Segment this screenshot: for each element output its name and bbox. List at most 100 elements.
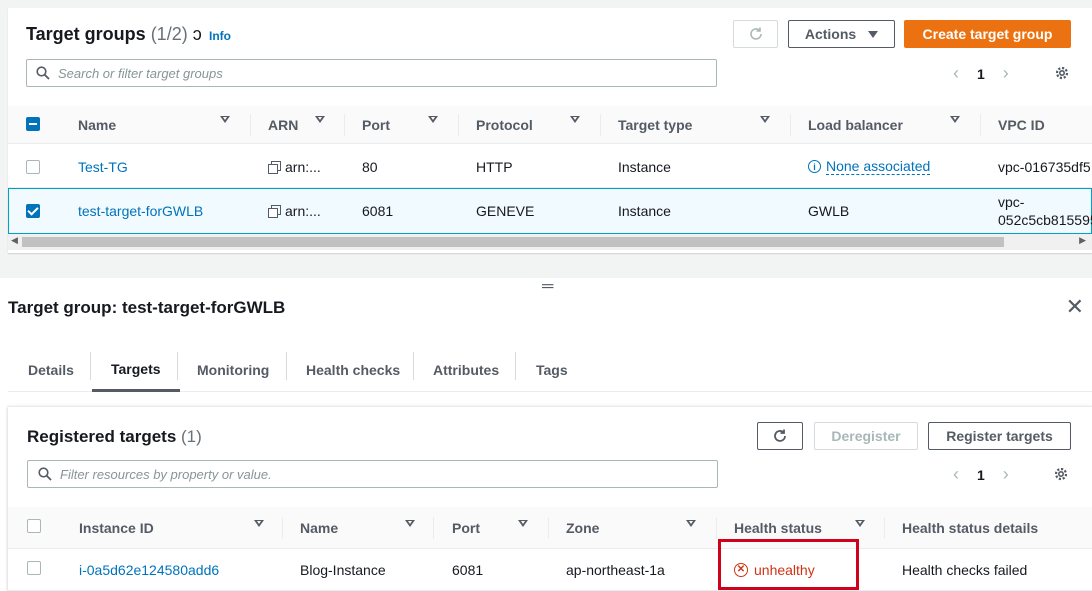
chevron-right-icon[interactable]: ›: [1003, 464, 1009, 485]
scroll-right-arrow-icon[interactable]: ▶: [1079, 235, 1086, 246]
search-placeholder: Search or filter target groups: [58, 65, 223, 81]
col-load-balancer[interactable]: Load balancer: [808, 106, 903, 144]
zone-cell: ap-northeast-1a: [566, 561, 665, 578]
scrollbar-thumb[interactable]: [22, 237, 1004, 247]
search-icon: [36, 66, 50, 80]
sort-port-icon[interactable]: [518, 520, 528, 527]
instance-id-link[interactable]: i-0a5d62e124580add6: [79, 549, 219, 590]
port-cell: 80: [362, 158, 378, 175]
horizontal-scrollbar[interactable]: ◀ ▶: [8, 234, 1092, 250]
chevron-left-icon[interactable]: ‹: [953, 63, 959, 84]
sort-port-icon[interactable]: [428, 116, 438, 123]
target-groups-search-input[interactable]: Search or filter target groups: [26, 59, 717, 87]
arn-cell: arn:...: [268, 189, 321, 233]
loading-icon: ɔ: [192, 24, 202, 44]
copy-icon[interactable]: [268, 205, 281, 218]
table-row[interactable]: Test-TG arn:... 80 HTTP Instance i None …: [8, 146, 1092, 188]
port-cell: 6081: [452, 561, 484, 578]
chevron-right-icon[interactable]: ›: [1003, 63, 1009, 84]
register-targets-button[interactable]: Register targets: [928, 422, 1071, 450]
registered-targets-count: (1): [181, 427, 202, 446]
sort-name-icon[interactable]: [405, 520, 415, 527]
sort-instance-id-icon[interactable]: [254, 520, 264, 527]
info-link[interactable]: Info: [209, 29, 231, 43]
col-health-status-details[interactable]: Health status details: [902, 507, 1038, 549]
actions-label: Actions: [804, 26, 857, 42]
table-row-selected[interactable]: test-target-forGWLB arn:... 6081 GENEVE …: [8, 188, 1092, 234]
pagination: ‹ 1 ›: [953, 63, 1009, 84]
vpc-id-cell: vpc- 052c5cb815595: [998, 189, 1092, 233]
tab-targets[interactable]: Targets: [92, 348, 180, 392]
tab-health-checks[interactable]: Health checks: [306, 348, 400, 392]
page-number[interactable]: 1: [977, 467, 985, 483]
split-panel-drag-handle[interactable]: ═: [542, 278, 553, 296]
sort-load-balancer-icon[interactable]: [950, 116, 960, 123]
detail-title: Target group: test-target-forGWLB: [8, 298, 286, 317]
refresh-targets-button[interactable]: [757, 422, 803, 450]
filter-resources-input[interactable]: Filter resources by property or value.: [27, 460, 718, 488]
table-row[interactable]: i-0a5d62e124580add6 Blog-Instance 6081 a…: [8, 549, 1092, 591]
arn-cell: arn:...: [268, 146, 321, 187]
target-groups-title-text: Target groups: [26, 24, 146, 44]
chevron-left-icon[interactable]: ‹: [953, 464, 959, 485]
highlight-annotation-box: [718, 539, 859, 590]
col-vpc-id[interactable]: VPC ID: [998, 106, 1045, 144]
actions-button[interactable]: Actions: [788, 20, 895, 48]
health-status-details-cell: Health checks failed: [902, 561, 1028, 578]
select-all-checkbox[interactable]: [27, 519, 41, 533]
tab-attributes[interactable]: Attributes: [433, 348, 499, 392]
settings-gear-icon[interactable]: [1054, 65, 1070, 81]
settings-gear-icon[interactable]: [1053, 466, 1069, 482]
col-port[interactable]: Port: [452, 507, 480, 549]
port-cell: 6081: [362, 203, 394, 219]
row-checkbox[interactable]: [26, 160, 40, 174]
sort-name-icon[interactable]: [220, 116, 230, 123]
sort-target-type-icon[interactable]: [760, 116, 770, 123]
registered-targets-title: Registered targets (1): [27, 427, 202, 447]
instance-name-cell: Blog-Instance: [300, 561, 386, 578]
filter-placeholder: Filter resources by property or value.: [60, 466, 272, 482]
sort-health-status-icon[interactable]: [855, 520, 865, 527]
refresh-icon: [749, 27, 762, 40]
tab-details[interactable]: Details: [28, 348, 74, 392]
row-checkbox[interactable]: [27, 561, 41, 575]
create-target-group-button[interactable]: Create target group: [904, 20, 1071, 48]
registered-targets-title-text: Registered targets: [27, 427, 177, 446]
col-name[interactable]: Name: [78, 106, 116, 144]
info-circle-icon: i: [808, 160, 821, 173]
target-type-cell: Instance: [618, 158, 671, 175]
target-groups-count: (1/2): [150, 24, 188, 44]
col-instance-id[interactable]: Instance ID: [79, 507, 154, 549]
deregister-button[interactable]: Deregister: [814, 422, 918, 450]
refresh-button[interactable]: [733, 20, 778, 48]
col-port[interactable]: Port: [362, 106, 390, 144]
target-group-name-link[interactable]: test-target-forGWLB: [78, 189, 203, 233]
load-balancer-cell[interactable]: i None associated: [808, 146, 931, 187]
select-all-checkbox[interactable]: [26, 117, 40, 131]
sort-protocol-icon[interactable]: [570, 116, 580, 123]
arn-text: arn:...: [285, 158, 321, 175]
caret-down-icon: [868, 30, 879, 38]
vpc-id-line1: vpc-: [998, 194, 1025, 210]
row-checkbox-checked[interactable]: [26, 204, 40, 218]
close-icon[interactable]: ✕: [1066, 296, 1084, 318]
col-target-type[interactable]: Target type: [618, 106, 692, 144]
target-type-cell: Instance: [618, 203, 671, 219]
none-associated-popover[interactable]: None associated: [826, 158, 931, 175]
copy-icon[interactable]: [268, 160, 281, 174]
page-number[interactable]: 1: [977, 66, 985, 82]
sort-arn-icon[interactable]: [315, 116, 325, 123]
tab-tags[interactable]: Tags: [536, 348, 568, 392]
vpc-id-line2: 052c5cb815595: [998, 212, 1092, 228]
col-name[interactable]: Name: [300, 507, 338, 549]
col-zone[interactable]: Zone: [566, 507, 599, 549]
scroll-left-arrow-icon[interactable]: ◀: [11, 235, 18, 246]
vpc-id-cell: vpc-016735df5: [998, 158, 1091, 175]
target-group-detail: Target group: test-target-forGWLB ✕ Deta…: [0, 278, 1092, 591]
target-group-name-link[interactable]: Test-TG: [78, 146, 128, 187]
col-arn[interactable]: ARN: [268, 106, 298, 144]
sort-zone-icon[interactable]: [686, 520, 696, 527]
col-protocol[interactable]: Protocol: [476, 106, 533, 144]
tab-monitoring[interactable]: Monitoring: [197, 348, 269, 392]
detail-tabs: Details Targets Monitoring Health checks…: [8, 348, 1092, 392]
